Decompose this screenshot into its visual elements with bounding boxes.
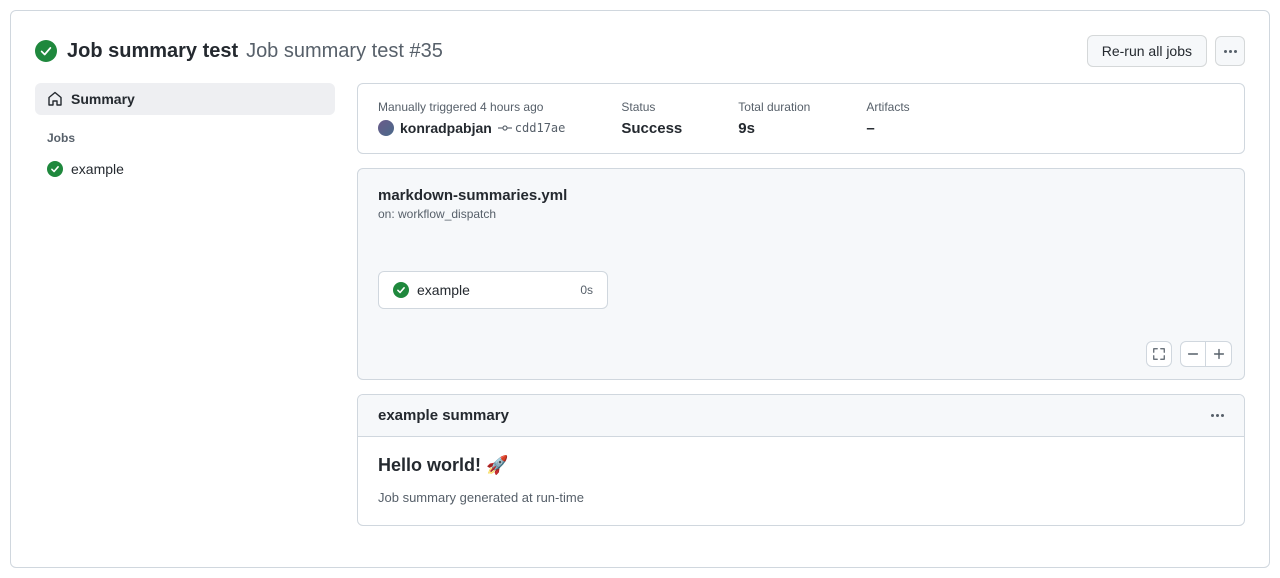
sidebar-jobs-heading: Jobs [35,123,335,153]
commit-icon [498,121,512,135]
summary-more-button[interactable] [1211,414,1224,417]
run-page: Job summary test Job summary test #35 Re… [10,10,1270,568]
meta-status: Status Success [621,100,682,137]
job-name: example [417,282,572,298]
run-meta-card: Manually triggered 4 hours ago konradpab… [357,83,1245,154]
summary-heading: Hello world! 🚀 [378,455,1224,476]
header-title-group: Job summary test Job summary test #35 [35,40,443,63]
zoom-in-button[interactable] [1206,341,1232,367]
job-node-example[interactable]: example 0s [378,271,608,309]
job-duration: 0s [580,283,593,297]
sidebar: Summary Jobs example [35,83,335,526]
meta-artifacts: Artifacts – [866,100,909,137]
fullscreen-button[interactable] [1146,341,1172,367]
kebab-icon [1224,50,1237,53]
duration-value: 9s [738,120,810,137]
more-actions-button[interactable] [1215,36,1245,66]
job-summary-card: example summary Hello world! 🚀 Job summa… [357,394,1245,526]
artifacts-value: – [866,120,909,137]
status-label: Status [621,100,682,114]
status-success-icon [393,282,409,298]
avatar [378,120,394,136]
workflow-graph-card: markdown-summaries.yml on: workflow_disp… [357,168,1245,380]
summary-body: Hello world! 🚀 Job summary generated at … [358,437,1244,525]
summary-title: example summary [378,407,509,424]
summary-header: example summary [358,395,1244,437]
triggered-label: Manually triggered 4 hours ago [378,100,565,114]
status-success-icon [35,40,57,62]
page-header: Job summary test Job summary test #35 Re… [35,35,1245,67]
sidebar-item-summary[interactable]: Summary [35,83,335,115]
sidebar-summary-label: Summary [71,91,135,107]
minus-icon [1186,347,1200,361]
username-link[interactable]: konradpabjan [400,120,492,136]
main-content: Manually triggered 4 hours ago konradpab… [357,83,1245,526]
triggered-by-row: konradpabjan cdd17ae [378,120,565,136]
artifacts-label: Artifacts [866,100,909,114]
graph-controls [1146,341,1232,367]
sidebar-job-label: example [71,161,124,177]
meta-trigger: Manually triggered 4 hours ago konradpab… [378,100,565,137]
sidebar-item-job-example[interactable]: example [35,153,335,185]
fullscreen-icon [1152,347,1166,361]
commit-link[interactable]: cdd17ae [498,121,566,135]
title-wrap: Job summary test Job summary test #35 [67,40,443,63]
header-actions: Re-run all jobs [1087,35,1245,67]
status-success-icon [47,161,63,177]
status-value: Success [621,120,682,137]
rerun-all-button[interactable]: Re-run all jobs [1087,35,1207,67]
meta-duration: Total duration 9s [738,100,810,137]
workflow-trigger-label: on: workflow_dispatch [378,207,1224,221]
summary-text: Job summary generated at run-time [378,490,1224,505]
workflow-file-name: markdown-summaries.yml [378,187,1224,204]
run-label: Job summary test #35 [246,40,443,62]
plus-icon [1212,347,1226,361]
workflow-title: Job summary test [67,40,238,62]
body: Summary Jobs example Manually triggered … [35,83,1245,526]
home-icon [47,91,63,107]
duration-label: Total duration [738,100,810,114]
zoom-controls [1180,341,1232,367]
commit-hash-text: cdd17ae [515,121,566,135]
zoom-out-button[interactable] [1180,341,1206,367]
